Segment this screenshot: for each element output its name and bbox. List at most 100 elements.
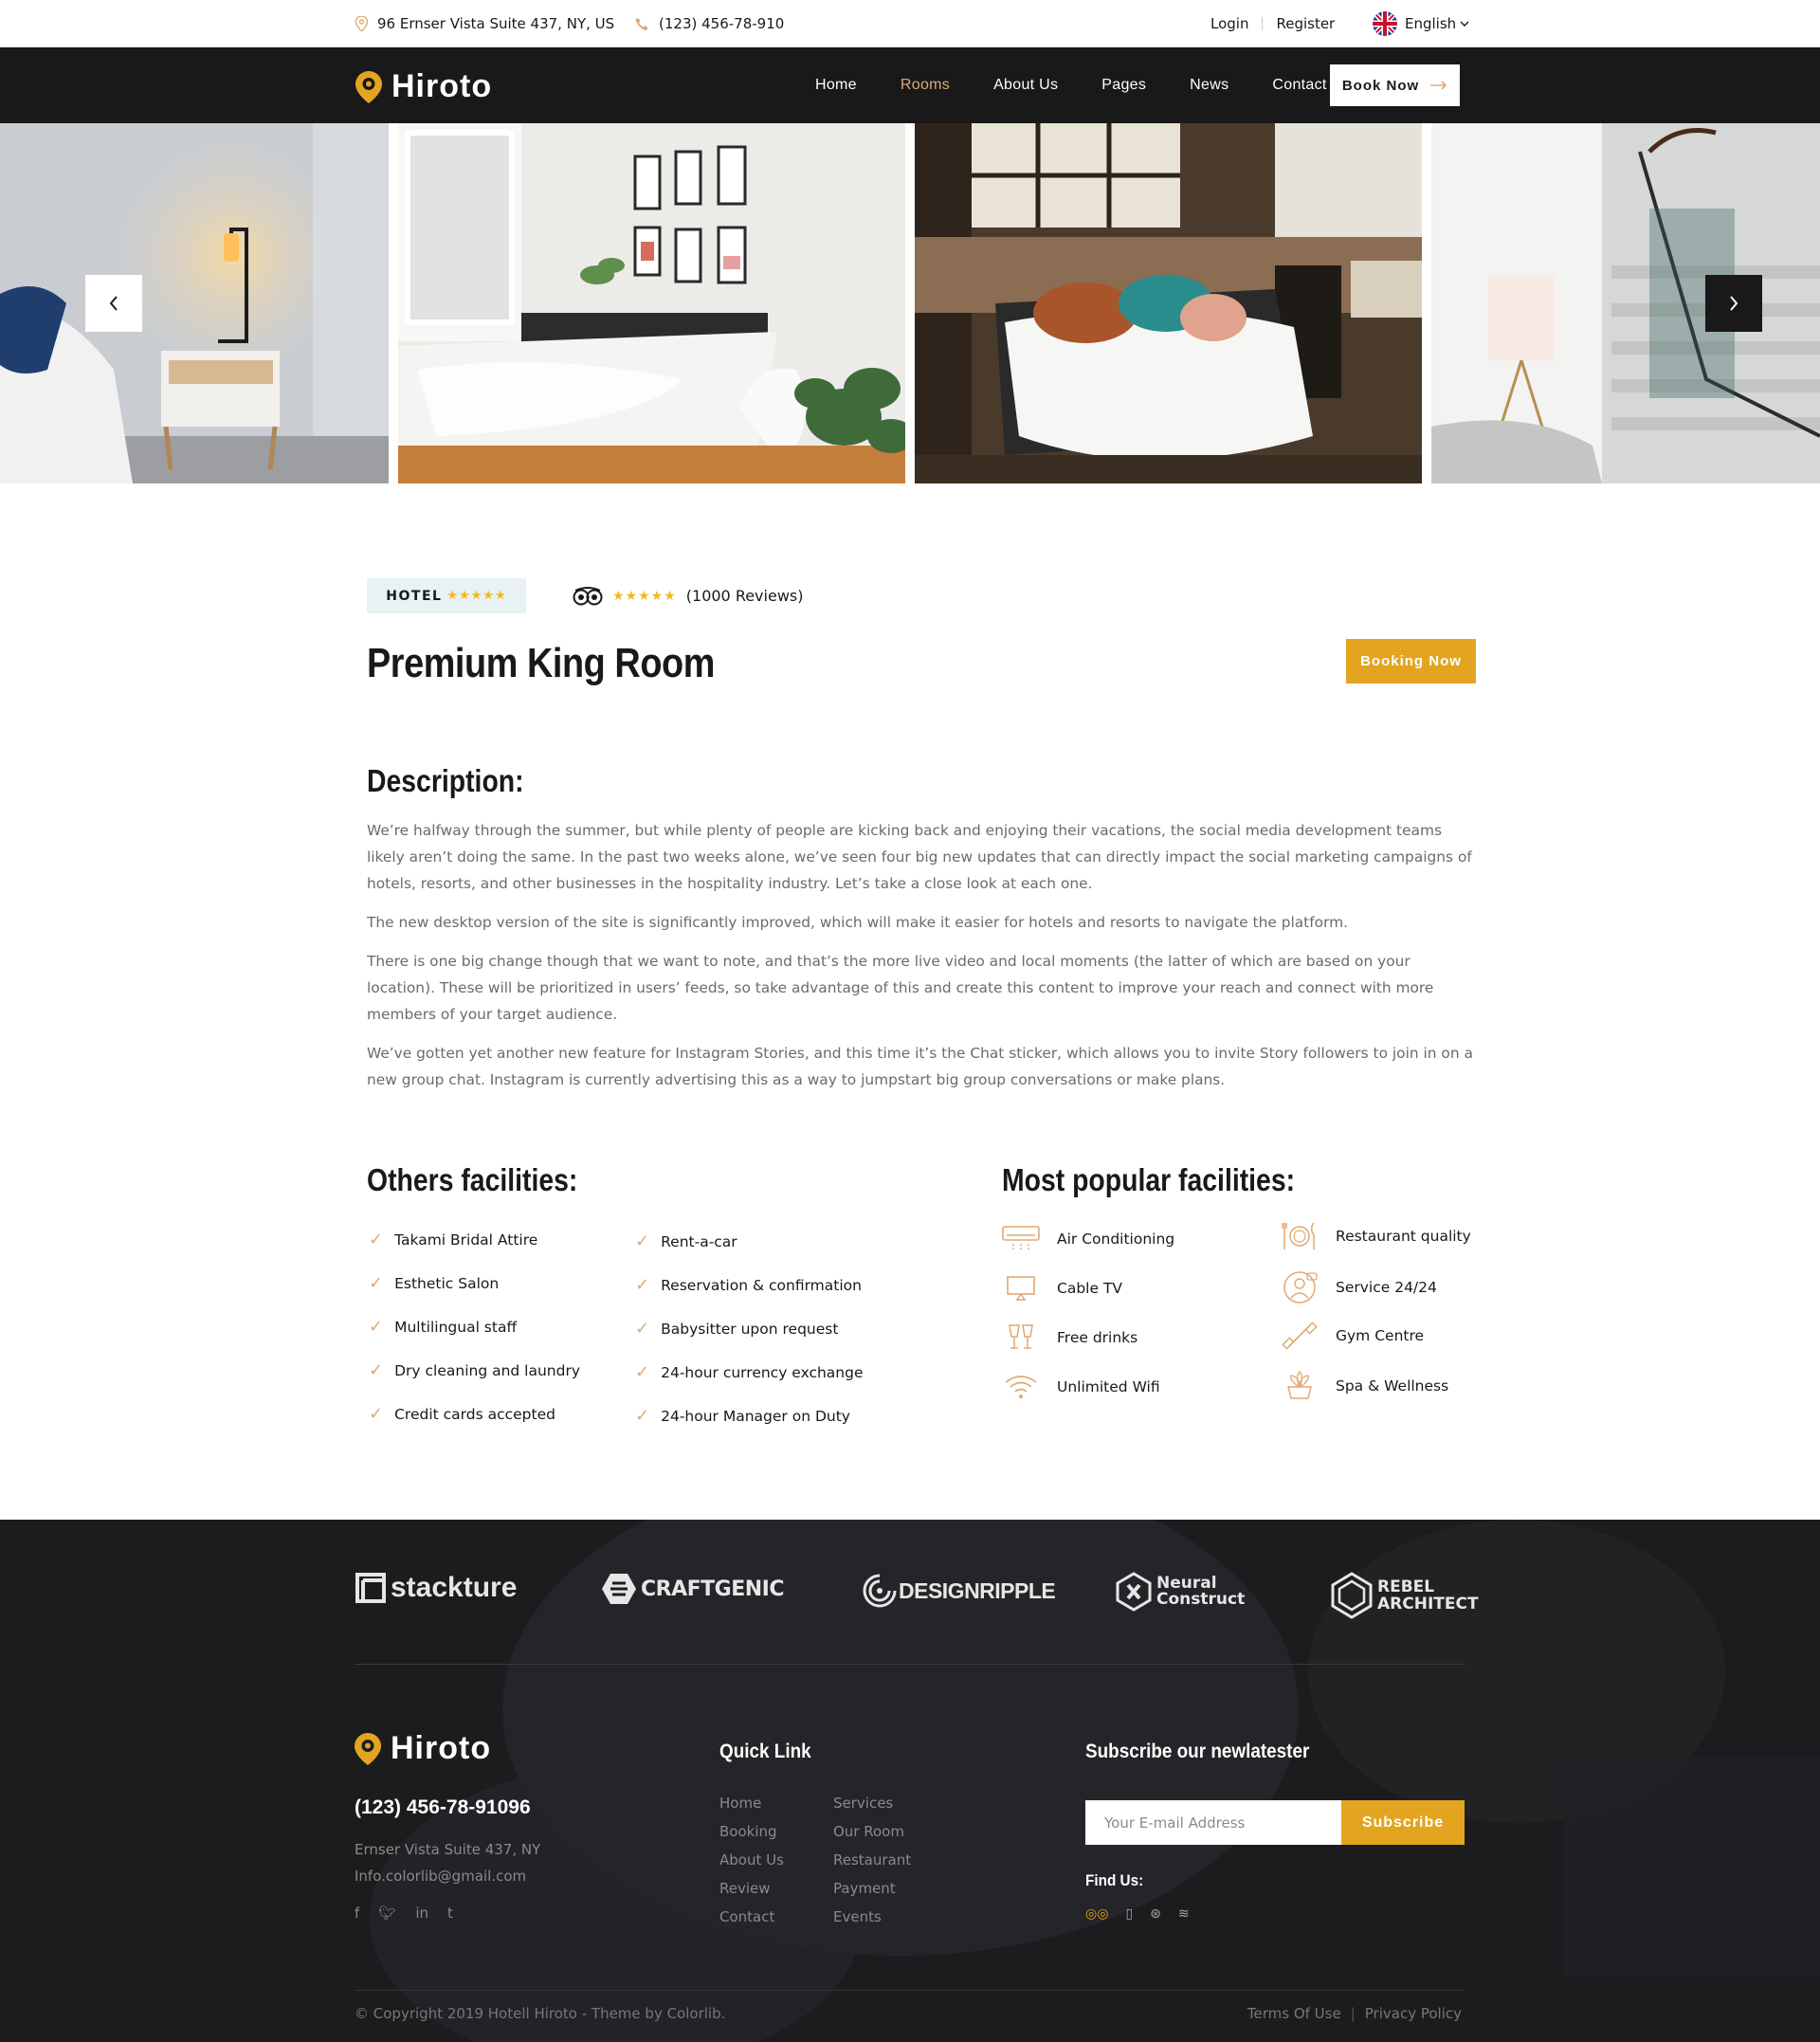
- gallery-image-bedside: [0, 123, 389, 483]
- privacy-policy-link[interactable]: Privacy Policy: [1365, 2005, 1462, 2022]
- top-bar: 96 Ernser Vista Suite 437, NY, US (123) …: [0, 0, 1820, 47]
- popular-facility-item: Cable TV: [1002, 1274, 1122, 1303]
- login-link[interactable]: Login: [1210, 15, 1248, 32]
- nav-rooms[interactable]: Rooms: [901, 77, 950, 94]
- partner-name: DESIGNRIPPLE: [899, 1577, 1056, 1603]
- review-star-rating: ★★★★★: [612, 588, 677, 604]
- partner-logo-neural-construct: Neural Construct: [1115, 1572, 1245, 1612]
- service-icon: [1283, 1271, 1318, 1304]
- chevron-left-icon: [109, 296, 118, 311]
- quick-link-heading: Quick Link: [719, 1741, 811, 1762]
- description-paragraph: There is one big change though that we w…: [367, 953, 1434, 1023]
- footer-link-payment[interactable]: Payment: [833, 1874, 911, 1903]
- map-icon[interactable]: ▯: [1125, 1906, 1133, 1922]
- popular-facility-item: Air Conditioning: [1002, 1225, 1174, 1253]
- description-paragraph: The new desktop version of the site is s…: [367, 914, 1348, 931]
- check-icon: ✓: [635, 1275, 650, 1295]
- divider: [1262, 17, 1264, 30]
- nav-contact[interactable]: Contact: [1272, 77, 1326, 94]
- slider-prev-button[interactable]: [85, 275, 142, 332]
- restaurant-icon: [1282, 1222, 1315, 1249]
- copyright-text: © Copyright 2019 Hotell Hiroto - Theme b…: [355, 2005, 726, 2022]
- nav-home[interactable]: Home: [815, 77, 857, 94]
- facility-label: 24-hour Manager on Duty: [661, 1407, 850, 1425]
- facility-label: Service 24/24: [1336, 1279, 1437, 1296]
- legal-links: Terms Of Use | Privacy Policy: [1247, 2005, 1462, 2022]
- slider-next-button[interactable]: [1705, 275, 1762, 332]
- footer-link-our-room[interactable]: Our Room: [833, 1817, 911, 1846]
- drinks-icon: [1009, 1324, 1033, 1349]
- partner-logo-craftgenic: CRAFTGENIC: [601, 1572, 784, 1606]
- facility-item: ✓ Multilingual staff: [369, 1317, 517, 1337]
- description-heading: Description:: [367, 763, 524, 798]
- facility-label: Multilingual staff: [394, 1318, 518, 1336]
- description-paragraph: We’ve gotten yet another new feature for…: [367, 1045, 1473, 1088]
- footer-phone: (123) 456-78-91096: [355, 1796, 531, 1818]
- address-text: 96 Ernser Vista Suite 437, NY, US: [377, 15, 615, 32]
- tripadvisor-icon[interactable]: ◎◎: [1085, 1906, 1108, 1922]
- tv-icon: [1007, 1276, 1035, 1301]
- facebook-icon[interactable]: f: [355, 1905, 359, 1922]
- footer-link-review[interactable]: Review: [719, 1874, 784, 1903]
- footer-email[interactable]: Info.colorlib@gmail.com: [355, 1863, 540, 1889]
- subscribe-heading: Subscribe our newlatester: [1085, 1741, 1310, 1762]
- phone-icon: [635, 17, 648, 30]
- facility-label: Spa & Wellness: [1336, 1377, 1449, 1395]
- hotel-star-rating: ★★★★★: [446, 589, 507, 603]
- hotel-badge-label: HOTEL: [386, 588, 443, 604]
- footer-link-contact[interactable]: Contact: [719, 1903, 784, 1931]
- partner-logo-stackture: stackture: [355, 1572, 517, 1604]
- footer-link-booking[interactable]: Booking: [719, 1817, 784, 1846]
- footer-link-home[interactable]: Home: [719, 1789, 784, 1817]
- facility-label: Reservation & confirmation: [661, 1276, 862, 1294]
- location-pin-icon: [355, 16, 368, 31]
- popular-facility-item: Free drinks: [1002, 1323, 1138, 1352]
- twitter-icon[interactable]: 🐦︎: [378, 1905, 396, 1922]
- register-link[interactable]: Register: [1276, 15, 1335, 32]
- find-us-label: Find Us:: [1085, 1871, 1144, 1889]
- popular-facility-item: Gym Centre: [1281, 1321, 1424, 1351]
- nav-about-us[interactable]: About Us: [993, 77, 1058, 94]
- review-count: (1000 Reviews): [685, 587, 804, 605]
- chevron-down-icon: [1460, 21, 1469, 27]
- facility-label: Cable TV: [1057, 1280, 1123, 1297]
- newsletter-email-input[interactable]: Your E-mail Address: [1085, 1800, 1341, 1845]
- facility-item: ✓ Rent-a-car: [635, 1231, 737, 1251]
- facility-label: Restaurant quality: [1336, 1228, 1471, 1245]
- language-selector[interactable]: English: [1373, 0, 1469, 47]
- nav-news[interactable]: News: [1190, 77, 1228, 94]
- footer-bottom-divider: [355, 1990, 1465, 1991]
- popular-facility-item: Restaurant quality: [1281, 1220, 1471, 1252]
- book-now-label: Book Now: [1341, 77, 1420, 94]
- description-body: We’re halfway through the summer, but wh…: [367, 817, 1476, 1105]
- dribbble-icon[interactable]: ⊛: [1150, 1906, 1161, 1922]
- description-paragraph: We’re halfway through the summer, but wh…: [367, 822, 1472, 892]
- popular-facility-item: Unlimited Wifi: [1002, 1373, 1160, 1401]
- address-info: 96 Ernser Vista Suite 437, NY, US: [355, 0, 614, 47]
- footer: stackture CRAFTGENIC DESIGNRIPPLE Neural…: [0, 1520, 1820, 2042]
- footer-logo[interactable]: Hiroto: [355, 1730, 491, 1767]
- check-icon: ✓: [635, 1231, 650, 1251]
- wifi-icon[interactable]: ≋: [1178, 1906, 1190, 1922]
- footer-link-restaurant[interactable]: Restaurant: [833, 1846, 911, 1874]
- hotel-badge: HOTEL ★★★★★: [367, 578, 526, 613]
- nav-pages[interactable]: Pages: [1101, 77, 1146, 94]
- tumblr-icon[interactable]: t: [447, 1905, 453, 1922]
- logo[interactable]: Hiroto: [355, 68, 492, 105]
- subscribe-button[interactable]: Subscribe: [1341, 1800, 1465, 1845]
- tripadvisor-icon: [573, 586, 603, 605]
- footer-link-services[interactable]: Services: [833, 1789, 911, 1817]
- air-conditioner-icon: [1002, 1226, 1040, 1249]
- language-label: English: [1405, 15, 1457, 32]
- facility-item: ✓ 24-hour currency exchange: [635, 1362, 864, 1382]
- terms-of-use-link[interactable]: Terms Of Use: [1247, 2005, 1341, 2022]
- book-now-button[interactable]: Book Now: [1330, 64, 1460, 106]
- facility-label: 24-hour currency exchange: [661, 1363, 864, 1381]
- check-icon: ✓: [369, 1230, 384, 1249]
- phone-text: (123) 456-78-910: [659, 15, 785, 32]
- booking-now-button[interactable]: Booking Now: [1346, 639, 1476, 684]
- linkedin-icon[interactable]: in: [415, 1905, 428, 1922]
- facility-item: ✓ Reservation & confirmation: [635, 1275, 862, 1295]
- footer-link-events[interactable]: Events: [833, 1903, 911, 1931]
- footer-link-about-us[interactable]: About Us: [719, 1846, 784, 1874]
